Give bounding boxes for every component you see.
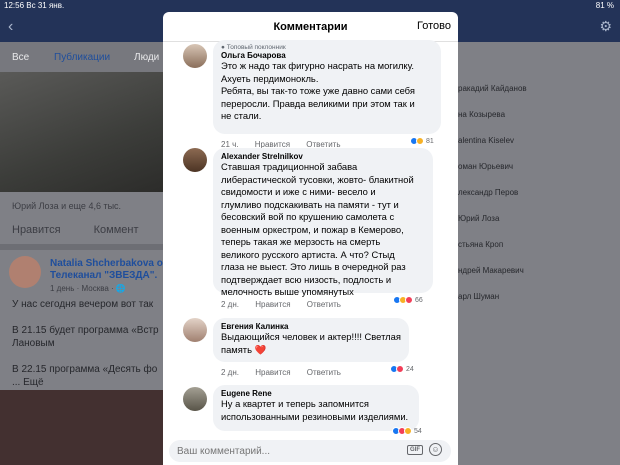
- list-item: Юрий Лоза: [458, 214, 500, 223]
- comment-meta: 2 дн. Нравится Ответить: [221, 368, 355, 377]
- avatar[interactable]: [183, 387, 207, 411]
- fan-badge: ● Топовый поклонник: [221, 44, 286, 51]
- back-icon[interactable]: ‹: [8, 18, 13, 36]
- background-likes: Юрий Лоза и еще 4,6 тыс.: [12, 201, 122, 211]
- comment-author[interactable]: Eugene Rene: [221, 389, 411, 398]
- avatar[interactable]: [183, 318, 207, 342]
- comment-text: Ставшая традиционной забава либерастичес…: [221, 161, 414, 297]
- comment-bubble: ● Топовый поклонник Ольга Бочарова Это ж…: [213, 40, 441, 134]
- comment-text: Выдающийся человек и актер!!!! Светлая п…: [221, 331, 401, 355]
- comment-author[interactable]: Ольга Бочарова: [221, 51, 433, 60]
- comment-reactions[interactable]: 81: [410, 137, 434, 145]
- comment-bubble: Eugene Rene Ну а квартет и теперь запомн…: [213, 385, 419, 431]
- avatar: [9, 256, 41, 288]
- comment-like-button[interactable]: Нравится: [255, 368, 290, 377]
- haha-icon: [404, 427, 412, 435]
- avatar[interactable]: [183, 148, 207, 172]
- comment-text: Ну а квартет и теперь запомнится использ…: [221, 398, 409, 422]
- status-time: 12:56 Вс 31 янв.: [4, 1, 65, 10]
- tab-people[interactable]: Люди: [134, 52, 159, 63]
- background-post-photo: [0, 72, 163, 192]
- comment-bubble: Евгения Калинка Выдающийся человек и акт…: [213, 318, 409, 362]
- list-item: оман Юрьевич: [458, 162, 514, 171]
- status-battery: 81 %: [595, 1, 614, 10]
- comment-reactions[interactable]: 54: [392, 427, 422, 435]
- comment-meta: 2 дн. Нравится Ответить: [221, 300, 355, 309]
- comment-reply-button[interactable]: Ответить: [307, 300, 341, 309]
- haha-icon: [416, 137, 424, 145]
- modal-header: Комментарии Готово: [163, 12, 458, 42]
- bg-like-button[interactable]: Нравится: [12, 224, 61, 236]
- comment-text: Это ж надо так фигурно насрать на могилк…: [221, 60, 415, 121]
- comment-time: 2 дн.: [221, 300, 239, 309]
- background-post-text: У нас сегодня вечером вот так В 21.15 бу…: [12, 299, 159, 388]
- background-post-author: Natalia Shcherbakova о Телеканал "ЗВЕЗДА…: [50, 258, 163, 281]
- emoji-icon[interactable]: ☺: [429, 443, 442, 456]
- comment-bubble: Alexander Strelnilkov Ставшая традиционн…: [213, 148, 433, 297]
- comments-modal: Комментарии Готово ● Топовый поклонник О…: [163, 12, 458, 465]
- comment-author[interactable]: Alexander Strelnilkov: [221, 152, 425, 161]
- comment-reply-button[interactable]: Ответить: [307, 368, 341, 377]
- love-icon: [405, 296, 413, 304]
- list-item: ндрей Макаревич: [458, 266, 524, 275]
- comment-author[interactable]: Евгения Калинка: [221, 322, 401, 331]
- modal-title: Комментарии: [273, 21, 348, 33]
- background-post-image: [0, 390, 163, 465]
- list-item: ракадий Кайданов: [458, 84, 527, 93]
- love-icon: [396, 365, 404, 373]
- list-item: стьяна Кроп: [458, 240, 504, 249]
- avatar[interactable]: [183, 44, 207, 68]
- done-button[interactable]: Готово: [417, 20, 451, 32]
- background-post-meta: 1 день · Москва · 🌐: [50, 284, 126, 293]
- filter-icon[interactable]: ⚙: [599, 18, 612, 35]
- background-tabs: Все Публикации Люди: [0, 42, 163, 72]
- comment-input-bar: GIF ☺: [163, 437, 458, 465]
- list-item: на Козырева: [458, 110, 506, 119]
- comment-reactions[interactable]: 24: [390, 365, 414, 373]
- comment-time: 2 дн.: [221, 368, 239, 377]
- background-separator: [0, 244, 163, 250]
- background-people-list: ракадий Кайданов на Козырева alentina Ki…: [458, 76, 620, 310]
- tab-posts[interactable]: Публикации: [54, 52, 110, 63]
- comment-like-button[interactable]: Нравится: [255, 300, 290, 309]
- list-item: лександр Перов: [458, 188, 519, 197]
- bg-comment-button[interactable]: Коммент: [94, 224, 139, 236]
- gif-icon[interactable]: GIF: [407, 445, 423, 455]
- list-item: арл Шуман: [458, 292, 500, 301]
- status-bar: 12:56 Вс 31 янв. 81 %: [0, 0, 620, 12]
- tab-all[interactable]: Все: [12, 52, 29, 63]
- list-item: alentina Kiselev: [458, 136, 515, 145]
- background-actions: Нравится Коммент: [12, 224, 169, 236]
- comment-reactions[interactable]: 66: [393, 296, 423, 304]
